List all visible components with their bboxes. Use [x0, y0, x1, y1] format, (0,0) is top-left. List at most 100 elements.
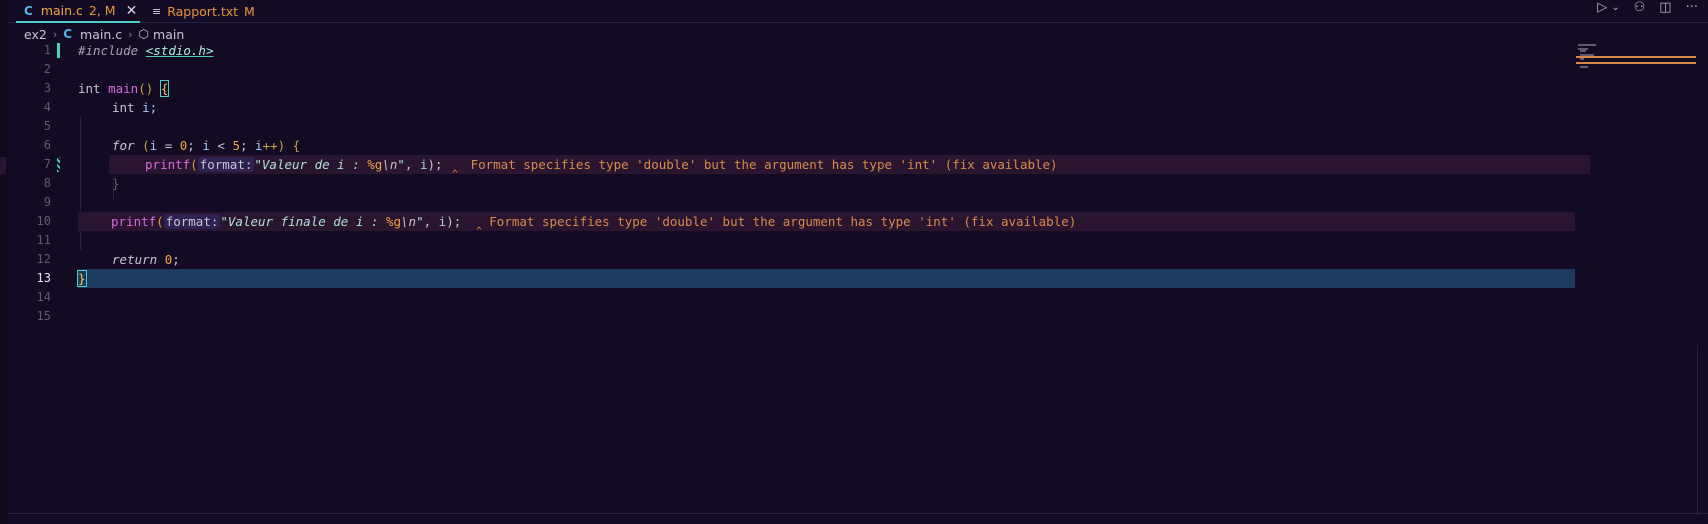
symbol-method-icon: ⬡ — [138, 27, 150, 41]
code-line[interactable]: 15 — [0, 307, 1590, 326]
code-line-error[interactable]: 10 printf(format: "Valeur finale de i : %… — [0, 212, 1590, 237]
line-content[interactable]: return 0; — [112, 250, 180, 269]
close-icon[interactable]: ✕ — [126, 3, 138, 19]
minimap-line — [1580, 50, 1586, 52]
breadcrumb-folder[interactable]: ex2 — [24, 27, 47, 42]
number-literal: 5 — [232, 138, 240, 153]
tab-main-c[interactable]: C main.c 2, M ✕ — [16, 0, 140, 23]
code-line[interactable]: 4 int i; — [0, 98, 1590, 117]
c-language-icon: C — [24, 3, 33, 18]
code-line[interactable]: 1 #include <stdio.h> — [0, 41, 1590, 60]
code-editor[interactable]: 1 #include <stdio.h> 2 3 int main() { 4 … — [0, 41, 1590, 441]
code-line[interactable]: 9 — [0, 193, 1590, 212]
code-token: , — [404, 157, 420, 172]
code-token: ; — [187, 138, 203, 153]
code-line[interactable]: 3 int main() { — [0, 79, 1590, 98]
code-token: < — [209, 138, 233, 153]
line-number: 14 — [36, 290, 51, 304]
type-keyword: int — [78, 81, 101, 96]
chevron-down-icon[interactable]: ⌄ — [1611, 2, 1619, 13]
line-content[interactable]: int i; — [112, 98, 157, 117]
parameter-inlay-hint: format: — [163, 214, 221, 229]
editor-actions: ▷ ⌄ ⚇ ◫ ··· — [1597, 0, 1698, 15]
code-line[interactable]: 14 — [0, 288, 1590, 307]
line-content[interactable]: printf(format: "Valeur finale de i : %g\n… — [111, 212, 1076, 231]
line-content[interactable]: } — [112, 174, 120, 193]
tab-title: main.c — [40, 3, 83, 18]
line-number: 13 — [36, 271, 51, 285]
line-number: 10 — [36, 214, 51, 228]
modified-line-marker — [57, 157, 60, 172]
include-path[interactable]: <stdio.h> — [146, 43, 214, 58]
code-line[interactable]: 5 — [0, 117, 1590, 136]
code-token: , — [423, 214, 439, 229]
code-line[interactable]: 8 } — [0, 174, 1590, 193]
code-token: ++) { — [262, 138, 301, 153]
code-token: ; — [172, 252, 180, 267]
parameter-inlay-hint: format: — [197, 157, 255, 172]
line-number: 6 — [43, 138, 51, 152]
panel-divider — [8, 513, 1708, 514]
string-literal: "Valeur finale de i : — [220, 214, 386, 229]
inline-diagnostic-warning[interactable]: Format specifies type 'double' but the a… — [489, 214, 1076, 229]
tab-badge: M — [244, 4, 255, 19]
minimap-error-line — [1576, 62, 1696, 64]
line-content[interactable]: #include <stdio.h> — [78, 41, 213, 60]
code-line[interactable]: 11 — [0, 231, 1590, 250]
line-number: 2 — [43, 62, 51, 76]
type-keyword: int — [112, 100, 135, 115]
for-keyword: for — [112, 138, 135, 153]
function-name[interactable]: main — [108, 81, 138, 96]
more-actions-icon[interactable]: ··· — [1686, 0, 1698, 15]
breadcrumb-file[interactable]: main.c — [80, 27, 122, 42]
line-number: 4 — [43, 100, 51, 114]
line-content[interactable]: int main() { — [78, 79, 170, 98]
code-token: ( — [190, 157, 198, 172]
tab-rapport-txt[interactable]: ≡ Rapport.txt M — [148, 0, 255, 23]
line-content[interactable]: for (i = 0; i < 5; i++) { — [112, 136, 300, 155]
variable: i — [255, 138, 263, 153]
line-number: 7 — [43, 157, 51, 171]
line-number: 9 — [43, 195, 51, 209]
current-line-highlight — [78, 269, 1575, 288]
variable: i — [419, 157, 428, 172]
inline-diagnostic-warning[interactable]: Format specifies type 'double' but the a… — [471, 157, 1058, 172]
run-icon[interactable]: ▷ — [1597, 0, 1607, 15]
string-literal: " — [416, 214, 424, 229]
matched-brace: } — [77, 270, 87, 287]
split-editor-icon[interactable]: ◫ — [1659, 0, 1671, 15]
line-content[interactable]: } — [77, 269, 87, 288]
code-line-current[interactable]: 13 } — [0, 269, 1590, 288]
text-file-icon: ≡ — [152, 5, 162, 18]
breadcrumb-symbol[interactable]: main — [153, 27, 184, 42]
line-content[interactable]: printf(format: "Valeur de i : %g\n", i); F… — [145, 155, 1058, 174]
vertical-scrollbar[interactable] — [1697, 345, 1698, 515]
variable: i — [202, 138, 210, 153]
minimap-line — [1580, 58, 1584, 60]
code-token: ); — [446, 214, 462, 229]
function-call[interactable]: printf — [145, 157, 190, 172]
tab-title: Rapport.txt — [167, 4, 239, 19]
compare-changes-icon[interactable]: ⚇ — [1634, 0, 1646, 15]
code-line[interactable]: 2 — [0, 60, 1590, 79]
minimap-line — [1578, 44, 1596, 46]
line-number: 15 — [36, 309, 51, 323]
string-literal: " — [397, 157, 405, 172]
escape-sequence: \n — [382, 157, 398, 172]
line-number: 1 — [43, 43, 51, 57]
line-number: 11 — [36, 233, 51, 247]
line-number: 3 — [43, 81, 51, 95]
minimap[interactable] — [1576, 42, 1696, 82]
code-token: ( — [156, 214, 164, 229]
tab-bar: C main.c 2, M ✕ ≡ Rapport.txt M — [8, 0, 1708, 23]
code-line[interactable]: 6 for (i = 0; i < 5; i++) { — [0, 136, 1590, 155]
line-number: 5 — [43, 119, 51, 133]
variable: i; — [142, 100, 158, 115]
code-token: ; — [239, 138, 256, 153]
code-line-error[interactable]: 7 printf(format: "Valeur de i : %g\n", i)… — [0, 155, 1590, 180]
code-line[interactable]: 12 return 0; — [0, 250, 1590, 269]
function-call[interactable]: printf — [111, 214, 156, 229]
chevron-right-icon: › — [52, 27, 58, 41]
escape-sequence: \n — [401, 214, 417, 229]
added-line-marker — [57, 43, 60, 58]
